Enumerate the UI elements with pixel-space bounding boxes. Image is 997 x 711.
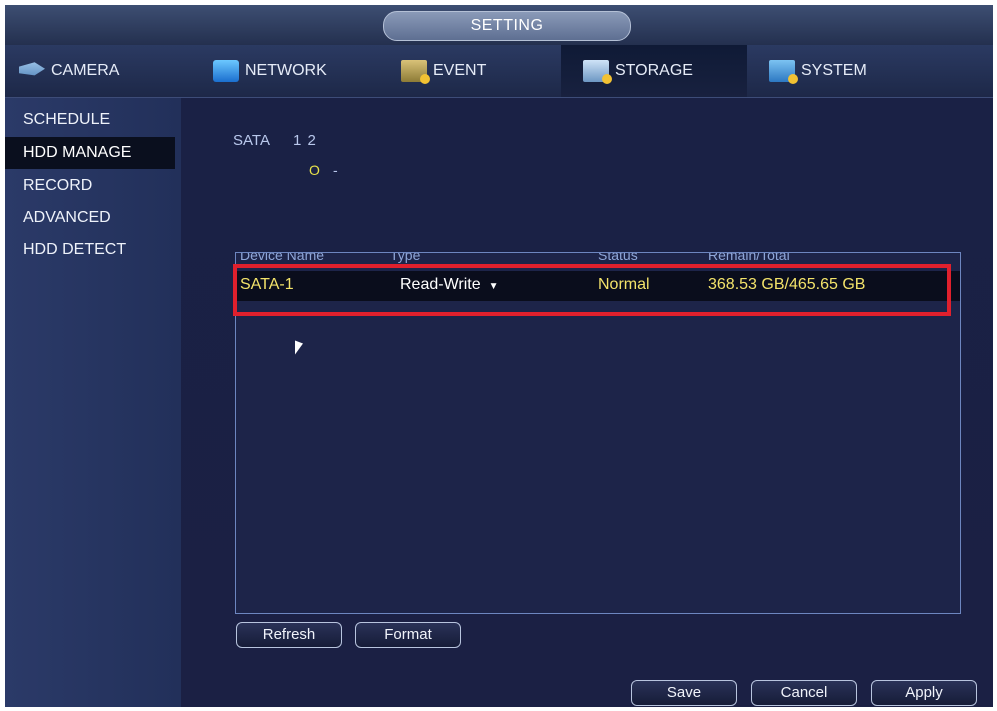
refresh-button[interactable]: Refresh	[236, 622, 342, 648]
col-device-name: Device Name	[240, 253, 325, 263]
cancel-button[interactable]: Cancel	[751, 680, 857, 706]
title-bar: SETTING	[5, 5, 993, 45]
sata-port-1-status: O	[309, 162, 320, 178]
col-remain-total: Remain/Total	[708, 253, 790, 263]
sata-label: SATA	[233, 132, 270, 149]
tab-network[interactable]: NETWORK	[205, 45, 375, 97]
tab-event[interactable]: EVENT	[379, 45, 555, 97]
sidebar-item-hdd-manage[interactable]: HDD MANAGE	[5, 137, 175, 169]
col-type: Type	[390, 253, 421, 263]
event-icon	[401, 60, 430, 84]
tab-camera-label: CAMERA	[51, 62, 120, 79]
main-panel: SATA 1 2 O - Device Name Type Status Rem…	[181, 98, 993, 707]
sata-port-2-status: -	[333, 162, 338, 178]
mouse-cursor-icon	[295, 340, 303, 358]
camera-icon	[19, 62, 45, 76]
tab-storage-label: STORAGE	[615, 62, 693, 79]
tab-system[interactable]: SYSTEM	[751, 45, 937, 97]
sidebar-item-advanced[interactable]: ADVANCED	[5, 202, 175, 234]
network-icon	[213, 60, 239, 82]
window-title: SETTING	[383, 11, 631, 41]
tab-bar: CAMERA NETWORK EVENT STORAGE SYSTEM	[5, 45, 993, 98]
tab-event-label: EVENT	[433, 62, 487, 79]
format-button[interactable]: Format	[355, 622, 461, 648]
tab-system-label: SYSTEM	[801, 62, 867, 79]
sidebar: SCHEDULE HDD MANAGE RECORD ADVANCED HDD …	[5, 98, 181, 707]
save-button[interactable]: Save	[631, 680, 737, 706]
system-icon	[769, 60, 798, 84]
row-highlight-box	[233, 264, 951, 316]
tab-camera[interactable]: CAMERA	[11, 45, 181, 97]
col-status: Status	[598, 253, 638, 263]
settings-window: SETTING CAMERA NETWORK EVENT STORAGE SYS…	[5, 5, 993, 707]
tab-storage[interactable]: STORAGE	[561, 45, 747, 97]
sidebar-item-schedule[interactable]: SCHEDULE	[5, 104, 175, 136]
sidebar-item-record[interactable]: RECORD	[5, 170, 175, 202]
sidebar-item-hdd-detect[interactable]: HDD DETECT	[5, 234, 175, 266]
apply-button[interactable]: Apply	[871, 680, 977, 706]
storage-icon	[583, 60, 612, 84]
tab-network-label: NETWORK	[245, 62, 327, 79]
sata-port-numbers: 1 2	[293, 132, 317, 149]
